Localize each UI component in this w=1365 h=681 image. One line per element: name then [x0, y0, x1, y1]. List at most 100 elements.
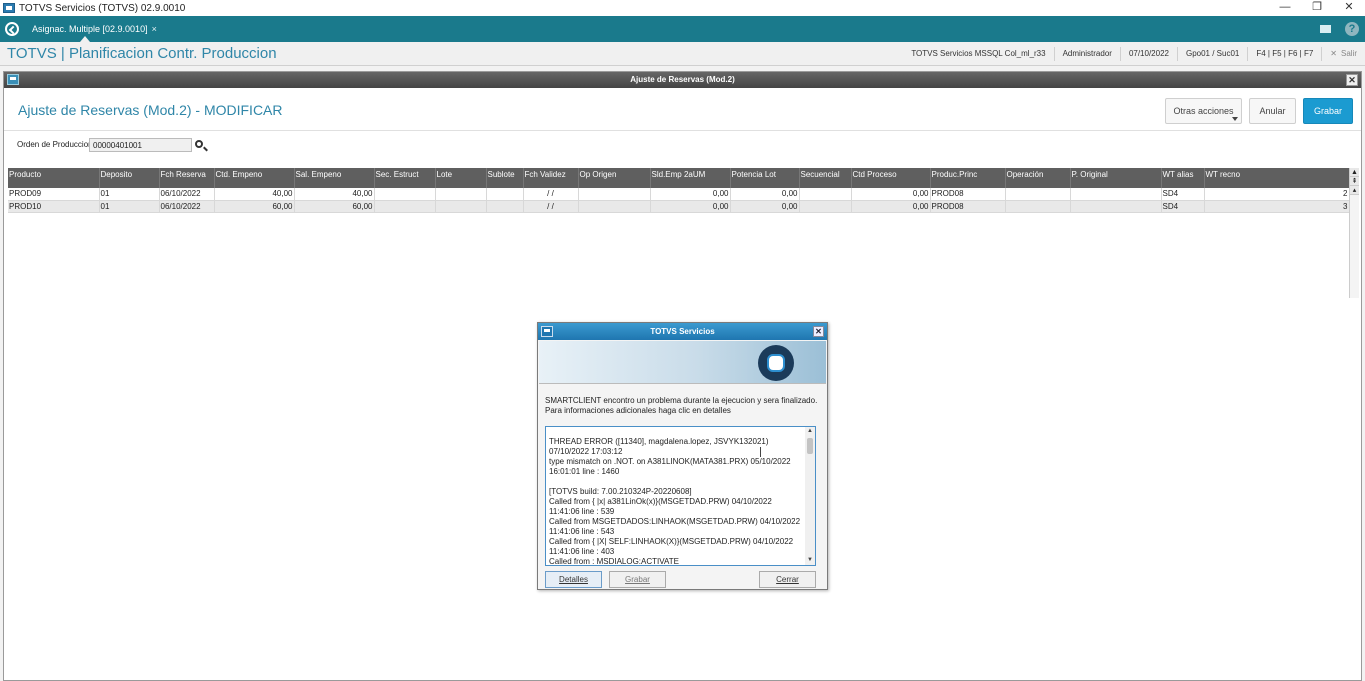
cell[interactable] [578, 200, 651, 213]
dialog-grabar-button[interactable]: Grabar [609, 571, 666, 588]
cell[interactable] [1070, 188, 1162, 201]
cell[interactable] [1005, 188, 1071, 201]
date-info[interactable]: 07/10/2022 [1119, 47, 1177, 61]
tab-close-icon[interactable]: × [152, 20, 157, 42]
cell[interactable] [374, 200, 436, 213]
cell[interactable] [435, 200, 487, 213]
col-lote[interactable]: Lote [435, 168, 487, 188]
col-sal-empeno[interactable]: Sal. Empeno [294, 168, 375, 188]
log-scrollbar[interactable]: ▲ ▼ [805, 427, 815, 565]
home-icon[interactable] [5, 22, 19, 36]
table-row[interactable]: PROD09 01 06/10/2022 40,00 40,00 / / 0,0… [8, 188, 1350, 201]
scroll-down-icon[interactable]: ▼ [805, 556, 815, 565]
search-icon[interactable] [195, 140, 203, 148]
cerrar-button[interactable]: Cerrar [759, 571, 816, 588]
error-log-textarea[interactable]: THREAD ERROR ([11340], magdalena.lopez, … [545, 426, 816, 566]
cell[interactable]: PROD09 [8, 188, 100, 201]
session-info: TOTVS Servicios MSSQL Col_ml_r33 Adminis… [903, 42, 1365, 66]
scroll-top-icon[interactable]: ▲ [1350, 168, 1359, 177]
tab-asignac-multiple[interactable]: Asignac. Multiple [02.9.0010] × [26, 20, 163, 42]
scroll-thumb[interactable] [807, 438, 813, 454]
col-sublote[interactable]: Sublote [486, 168, 524, 188]
detalles-button[interactable]: Detalles [545, 571, 602, 588]
col-sec-estruct[interactable]: Sec. Estruct [374, 168, 436, 188]
col-fch-reserva[interactable]: Fch Reserva [159, 168, 215, 188]
col-sld-emp-2aum[interactable]: Sld.Emp 2aUM [650, 168, 731, 188]
function-keys-info[interactable]: F4 | F5 | F6 | F7 [1247, 47, 1321, 61]
col-producto[interactable]: Producto [8, 168, 100, 188]
otras-acciones-button[interactable]: Otras acciones [1165, 98, 1242, 124]
cell[interactable] [799, 200, 852, 213]
scroll-up-icon[interactable]: ▲ [805, 427, 815, 436]
cell[interactable]: SD4 [1161, 200, 1205, 213]
reservas-table: Producto Deposito Fch Reserva Ctd. Empen… [8, 168, 1350, 213]
error-dialog: TOTVS Servicios ✕ SMARTCLIENT encontro u… [537, 322, 828, 590]
cell[interactable]: / / [523, 200, 579, 213]
user-info[interactable]: Administrador [1053, 47, 1120, 61]
inner-window-title: Ajuste de Reservas (Mod.2) [630, 75, 735, 84]
cell[interactable] [435, 188, 487, 201]
cell[interactable]: PROD10 [8, 200, 100, 213]
cell[interactable]: / / [523, 188, 579, 201]
cell[interactable]: PROD08 [930, 200, 1006, 213]
inner-titlebar: Ajuste de Reservas (Mod.2) ✕ [4, 72, 1361, 88]
cell[interactable]: 0,00 [650, 188, 731, 201]
inner-close-icon[interactable]: ✕ [1346, 74, 1358, 86]
col-deposito[interactable]: Deposito [99, 168, 160, 188]
cell[interactable]: 0,00 [650, 200, 731, 213]
cell[interactable]: 0,00 [851, 188, 931, 201]
cell[interactable]: 3 [1204, 200, 1350, 213]
environment-info[interactable]: TOTVS Servicios MSSQL Col_ml_r33 [903, 47, 1053, 61]
exit-label: Salir [1340, 49, 1357, 58]
grid-header-row: Producto Deposito Fch Reserva Ctd. Empen… [8, 168, 1350, 188]
close-icon: ✕ [1330, 49, 1337, 58]
branch-info[interactable]: Gpo01 / Suc01 [1176, 47, 1247, 61]
minimize-button[interactable]: — [1269, 0, 1301, 16]
col-wt-alias[interactable]: WT alias [1161, 168, 1205, 188]
cell[interactable]: 01 [99, 200, 160, 213]
cell[interactable]: PROD08 [930, 188, 1006, 201]
cell[interactable] [578, 188, 651, 201]
col-wt-recno[interactable]: WT recno [1204, 168, 1350, 188]
cell[interactable] [799, 188, 852, 201]
grid-scrollbar[interactable]: ▲ ⇞ ▴ [1349, 168, 1359, 298]
dialog-close-icon[interactable]: ✕ [813, 326, 824, 337]
cell[interactable]: 60,00 [294, 200, 375, 213]
cell[interactable]: 06/10/2022 [159, 188, 215, 201]
cell[interactable]: 40,00 [294, 188, 375, 201]
col-ctd-proceso[interactable]: Ctd Proceso [851, 168, 931, 188]
cell[interactable] [374, 188, 436, 201]
col-ctd-empeno[interactable]: Ctd. Empeno [214, 168, 295, 188]
cell[interactable]: 40,00 [214, 188, 295, 201]
cell[interactable]: 60,00 [214, 200, 295, 213]
col-potencia-lot[interactable]: Potencia Lot [730, 168, 800, 188]
col-operacion[interactable]: Operación [1005, 168, 1071, 188]
col-op-origen[interactable]: Op Origen [578, 168, 651, 188]
cell[interactable] [1005, 200, 1071, 213]
help-icon[interactable]: ? [1345, 22, 1359, 36]
orden-produccion-input[interactable] [89, 138, 192, 152]
cell[interactable]: 06/10/2022 [159, 200, 215, 213]
cell[interactable] [486, 188, 524, 201]
cell[interactable]: 2 [1204, 188, 1350, 201]
col-secuencial[interactable]: Secuencial [799, 168, 852, 188]
col-produc-princ[interactable]: Produc.Princ [930, 168, 1006, 188]
exit-button[interactable]: ✕ Salir [1321, 47, 1365, 61]
cell[interactable] [486, 200, 524, 213]
grabar-button[interactable]: Grabar [1303, 98, 1353, 124]
scroll-page-up-icon[interactable]: ⇞ [1350, 177, 1359, 186]
restore-button[interactable]: ❐ [1301, 0, 1333, 16]
cell[interactable]: 0,00 [730, 188, 800, 201]
col-fch-validez[interactable]: Fch Validez [523, 168, 579, 188]
scroll-up-icon[interactable]: ▴ [1350, 186, 1359, 195]
cell[interactable]: 0,00 [730, 200, 800, 213]
cell[interactable]: SD4 [1161, 188, 1205, 201]
col-p-original[interactable]: P. Original [1070, 168, 1162, 188]
cell[interactable] [1070, 200, 1162, 213]
cell[interactable]: 01 [99, 188, 160, 201]
mail-icon[interactable] [1319, 22, 1333, 36]
anular-button[interactable]: Anular [1249, 98, 1296, 124]
cell[interactable]: 0,00 [851, 200, 931, 213]
close-window-button[interactable]: ✕ [1333, 0, 1365, 16]
table-row[interactable]: PROD10 01 06/10/2022 60,00 60,00 / / 0,0… [8, 200, 1350, 213]
